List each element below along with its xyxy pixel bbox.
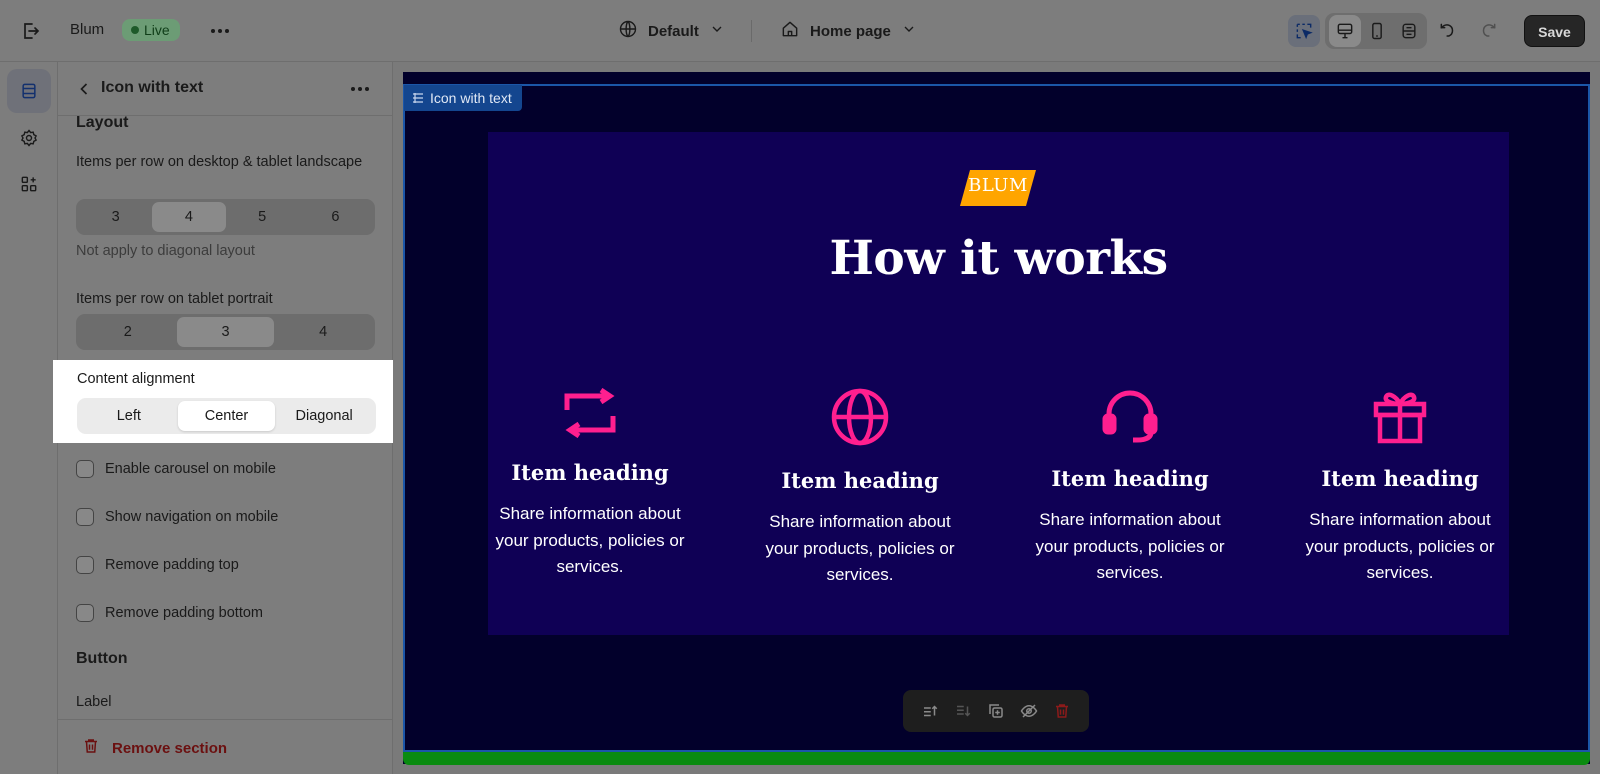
section-heading: How it works xyxy=(829,231,1168,286)
item-heading: Item heading xyxy=(1321,466,1479,491)
alignment-option-diagonal[interactable]: Diagonal xyxy=(275,401,373,431)
desktop-items-label: Items per row on desktop & tablet landsc… xyxy=(76,154,363,170)
alignment-option-left[interactable]: Left xyxy=(80,401,178,431)
divider xyxy=(751,20,752,42)
alignment-option-center[interactable]: Center xyxy=(177,401,276,431)
feature-item: Item heading Share information about you… xyxy=(490,388,690,581)
item-heading: Item heading xyxy=(781,468,939,493)
apps-icon[interactable] xyxy=(7,162,51,206)
section-tag[interactable]: Icon with text xyxy=(404,85,522,111)
move-down-icon[interactable] xyxy=(950,698,976,724)
back-chevron-icon[interactable] xyxy=(74,79,94,99)
return-arrows-icon xyxy=(490,388,690,438)
undo-icon[interactable] xyxy=(1432,15,1464,47)
tablet-option-2[interactable]: 2 xyxy=(79,317,177,347)
chevron-down-icon xyxy=(709,21,725,41)
button-heading: Button xyxy=(76,650,128,667)
select-mode-icon[interactable] xyxy=(1288,15,1320,47)
checkbox-box[interactable] xyxy=(76,556,94,574)
content-alignment-segmented: Left Center Diagonal xyxy=(77,398,376,434)
sections-icon[interactable] xyxy=(7,69,51,113)
tablet-option-3[interactable]: 3 xyxy=(176,317,275,347)
page-label: Home page xyxy=(810,22,891,40)
fullscreen-icon[interactable] xyxy=(1393,15,1425,47)
desktop-option-5[interactable]: 5 xyxy=(226,202,299,232)
item-heading: Item heading xyxy=(511,460,669,485)
left-rail xyxy=(0,62,58,774)
item-heading: Item heading xyxy=(1051,466,1209,491)
headset-icon xyxy=(1030,388,1230,444)
item-text: Share information about your products, p… xyxy=(1305,510,1495,582)
checkbox-label: Show navigation on mobile xyxy=(105,509,279,525)
desktop-items-note: Not apply to diagonal layout xyxy=(76,243,255,259)
checkbox-box[interactable] xyxy=(76,460,94,478)
content-alignment-control: Content alignment Left Center Diagonal xyxy=(53,360,393,443)
hide-icon[interactable] xyxy=(1016,698,1042,724)
panel-header: Icon with text xyxy=(58,62,392,116)
settings-gear-icon[interactable] xyxy=(7,116,51,160)
panel-title: Icon with text xyxy=(101,79,204,96)
remove-section-button[interactable]: Remove section xyxy=(82,737,227,759)
move-up-icon[interactable] xyxy=(917,698,943,724)
desktop-option-6[interactable]: 6 xyxy=(299,202,372,232)
blum-badge-text: BLUM xyxy=(968,175,1028,196)
globe-icon xyxy=(760,388,960,446)
chevron-down-icon xyxy=(901,21,917,41)
navigation-checkbox[interactable]: Show navigation on mobile xyxy=(76,506,278,528)
delete-icon[interactable] xyxy=(1049,698,1075,724)
exit-icon[interactable] xyxy=(18,19,42,43)
feature-item: Item heading Share information about you… xyxy=(760,388,960,589)
live-status-badge: Live xyxy=(122,19,180,41)
save-button[interactable]: Save xyxy=(1524,15,1585,47)
padding-bottom-checkbox[interactable]: Remove padding bottom xyxy=(76,602,263,624)
carousel-checkbox[interactable]: Enable carousel on mobile xyxy=(76,458,276,480)
more-icon[interactable] xyxy=(348,77,372,101)
feature-item: Item heading Share information about you… xyxy=(1030,388,1230,587)
checkbox-label: Enable carousel on mobile xyxy=(105,461,276,477)
top-bar: Blum Live Default Home page Save xyxy=(0,0,1600,62)
desktop-option-3[interactable]: 3 xyxy=(79,202,152,232)
item-text: Share information about your products, p… xyxy=(495,504,685,576)
tablet-items-segmented: 2 3 4 xyxy=(76,314,375,350)
tablet-items-label: Items per row on tablet portrait xyxy=(76,291,273,307)
theme-selector[interactable]: Default xyxy=(618,17,725,45)
checkbox-box[interactable] xyxy=(76,604,94,622)
desktop-option-4[interactable]: 4 xyxy=(152,202,226,232)
padding-top-checkbox[interactable]: Remove padding top xyxy=(76,554,239,576)
globe-icon xyxy=(618,19,638,43)
layout-heading: Layout xyxy=(76,114,129,131)
checkbox-box[interactable] xyxy=(76,508,94,526)
remove-section-label: Remove section xyxy=(112,739,228,757)
desktop-icon[interactable] xyxy=(1329,15,1361,47)
checkbox-label: Remove padding top xyxy=(105,557,239,573)
section-tag-label: Icon with text xyxy=(430,90,512,106)
home-icon xyxy=(780,19,800,43)
redo-icon[interactable] xyxy=(1472,15,1504,47)
mobile-icon[interactable] xyxy=(1361,15,1393,47)
duplicate-icon[interactable] xyxy=(983,698,1009,724)
page-selector[interactable]: Home page xyxy=(780,17,917,45)
feature-item: Item heading Share information about you… xyxy=(1300,388,1500,587)
item-text: Share information about your products, p… xyxy=(765,512,955,584)
more-icon[interactable] xyxy=(208,19,232,43)
item-text: Share information about your products, p… xyxy=(1035,510,1225,582)
panel-footer: Remove section xyxy=(58,719,392,774)
trash-icon xyxy=(82,737,100,759)
content-alignment-label: Content alignment xyxy=(77,371,195,387)
gift-icon xyxy=(1300,388,1500,444)
next-section-strip[interactable] xyxy=(403,752,1590,765)
desktop-items-segmented: 3 4 5 6 xyxy=(76,199,375,235)
button-label-field-label: Label xyxy=(76,694,112,710)
section-floating-toolbar xyxy=(903,690,1089,732)
theme-label: Default xyxy=(648,22,699,40)
tablet-option-4[interactable]: 4 xyxy=(274,317,372,347)
store-name: Blum xyxy=(70,21,105,38)
checkbox-label: Remove padding bottom xyxy=(105,605,263,621)
